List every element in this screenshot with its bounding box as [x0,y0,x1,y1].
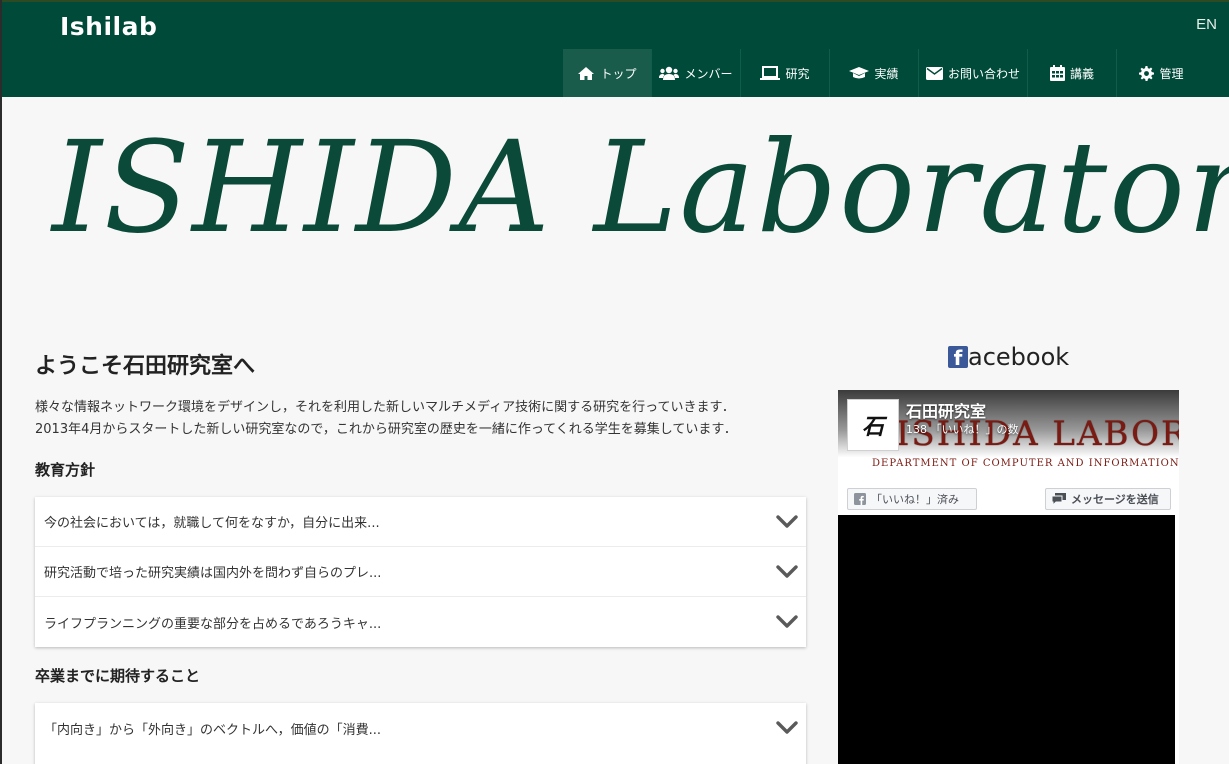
nav-item-research[interactable]: 研究 [741,49,830,97]
accordion-item-label: ライフプランニングの重要な部分を占めるであろうキャ... [44,616,382,632]
nav-item-label: 実績 [874,66,899,81]
main-menu: トップ メンバー 研究 実績 お問い合わせ 講義 管理 [563,49,1206,99]
facebook-small-icon [854,493,866,505]
browser-viewport: Ishilab EN トップ メンバー 研究 実績 お問い合わせ 講義 管理 I… [2,0,1229,764]
facebook-page-avatar[interactable]: 石 [847,399,899,451]
envelope-icon [925,66,943,80]
accordion-item[interactable]: ライフプランニングの重要な部分を占めるであろうキャ... [35,597,806,647]
nav-item-members[interactable]: メンバー [652,49,741,97]
message-icon [1052,493,1066,505]
accordion-item[interactable]: 研究活動で培った研究実績は国内外を問わず自らのプレ... [35,547,806,597]
intro-text: 様々な情報ネットワーク環境をデザインし，それを利用した新しいマルチメディア技術に… [35,397,815,441]
policy-accordion: 今の社会においては，就職して何をなすか，自分に出来... 研究活動で培った研究実… [35,497,806,647]
nav-item-label: お問い合わせ [947,66,1020,81]
lab-banner-title: ISHIDA Laboratory [52,114,1229,261]
language-switch-link[interactable]: EN [1196,16,1217,33]
facebook-heading: f acebook [948,343,1069,371]
calendar-icon [1049,65,1065,81]
cover-subtitle-text: DEPARTMENT OF COMPUTER AND INFORMATION S… [872,458,1179,469]
nav-item-label: 研究 [785,66,810,81]
nav-item-label: 講義 [1069,66,1094,81]
chevron-down-icon[interactable] [774,715,800,741]
page-title: ようこそ石田研究室へ [35,354,256,379]
liked-button-label: 「いいね！」済み [871,493,959,506]
facebook-heading-text: acebook [968,343,1070,371]
laptop-icon [760,65,781,80]
message-button-label: メッセージを送信 [1071,493,1159,506]
nav-item-label: メンバー [684,66,733,81]
top-navbar: Ishilab EN トップ メンバー 研究 実績 お問い合わせ 講義 管理 [2,0,1229,97]
accordion-item[interactable]: 今の社会においては，就職して何をなすか，自分に出来... [35,497,806,547]
facebook-logo-icon: f [948,346,968,368]
graduation-cap-icon [849,67,870,79]
chevron-down-icon[interactable] [774,609,800,635]
facebook-page-name-link[interactable]: 石田研究室 [906,398,986,422]
intro-line: 様々な情報ネットワーク環境をデザインし，それを利用した新しいマルチメディア技術に… [35,400,735,415]
accordion-item-label: 「内向き」から「外向き」のベクトルへ，価値の「消費... [44,722,382,738]
chevron-down-icon[interactable] [774,509,800,535]
users-icon [659,66,680,80]
expectations-accordion: 「内向き」から「外向き」のベクトルへ，価値の「消費... [35,703,806,764]
facebook-likes-count: 138 「いいね！」の数 [906,423,1019,436]
nav-item-label: トップ [600,66,637,81]
facebook-feed-embed[interactable] [838,515,1175,764]
chevron-down-icon[interactable] [774,559,800,585]
facebook-page-widget: ISHIDA LABORATORY DEPARTMENT OF COMPUTER… [838,390,1179,764]
facebook-liked-button[interactable]: 「いいね！」済み [847,488,977,510]
accordion-item-label: 今の社会においては，就職して何をなすか，自分に出来... [44,516,380,531]
nav-item-achievements[interactable]: 実績 [830,49,919,97]
nav-item-contact[interactable]: お問い合わせ [919,49,1028,97]
section-title-expectations: 卒業までに期待すること [35,667,201,685]
nav-item-admin[interactable]: 管理 [1117,49,1206,97]
home-icon [578,66,595,80]
nav-item-top[interactable]: トップ [563,49,652,97]
accordion-item-label: 研究活動で培った研究実績は国内外を問わず自らのプレ... [44,566,382,581]
nav-item-label: 管理 [1159,66,1184,81]
facebook-message-button[interactable]: メッセージを送信 [1045,488,1171,510]
intro-line: 2013年4月からスタートした新しい研究室なので，これから研究室の歴史を一緒に作… [35,422,737,437]
section-title-policy: 教育方針 [35,461,96,479]
accordion-item[interactable]: 「内向き」から「外向き」のベクトルへ，価値の「消費... [35,703,806,753]
site-brand-logo[interactable]: Ishilab [60,12,157,41]
nav-item-lectures[interactable]: 講義 [1028,49,1117,97]
gear-icon [1139,65,1155,81]
